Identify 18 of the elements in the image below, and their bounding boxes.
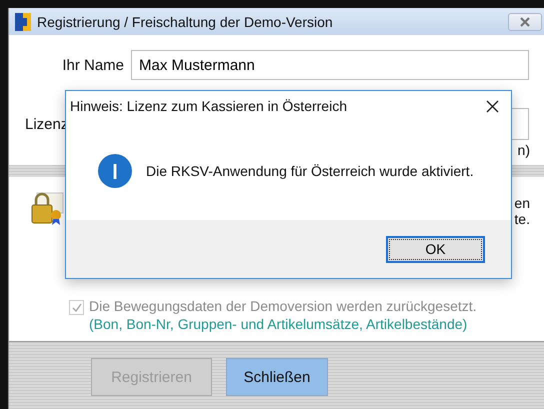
padlock-certificate-icon [31, 191, 65, 227]
ok-button[interactable]: OK [386, 236, 485, 262]
close-icon [486, 100, 499, 112]
name-label: Ihr Name [61, 56, 125, 74]
name-field[interactable]: Max Mustermann [131, 50, 529, 80]
reset-note: (Bon, Bon-Nr, Gruppen- und Artikelumsätze, Artikelbestände) [89, 315, 468, 333]
info-text: te. [514, 211, 530, 227]
dialog-message: Die RKSV-Anwendung für Österreich wurde aktiviert. [146, 162, 474, 178]
close-button[interactable] [484, 98, 501, 114]
window-title: Registrierung / Freischaltung der Demo-Version [37, 14, 334, 30]
app-icon [15, 12, 31, 30]
dialog-title: Hinweis: Lizenz zum Kassieren in Österreich [70, 98, 347, 114]
info-icon [98, 154, 132, 188]
license-note: n) [518, 142, 530, 158]
close-window-button[interactable]: Schließen [226, 358, 328, 396]
reset-label: Die Bewegungsdaten der Demoversion werden zurückgesetzt. [89, 297, 477, 315]
info-text: en [514, 195, 530, 211]
close-icon [519, 16, 531, 26]
